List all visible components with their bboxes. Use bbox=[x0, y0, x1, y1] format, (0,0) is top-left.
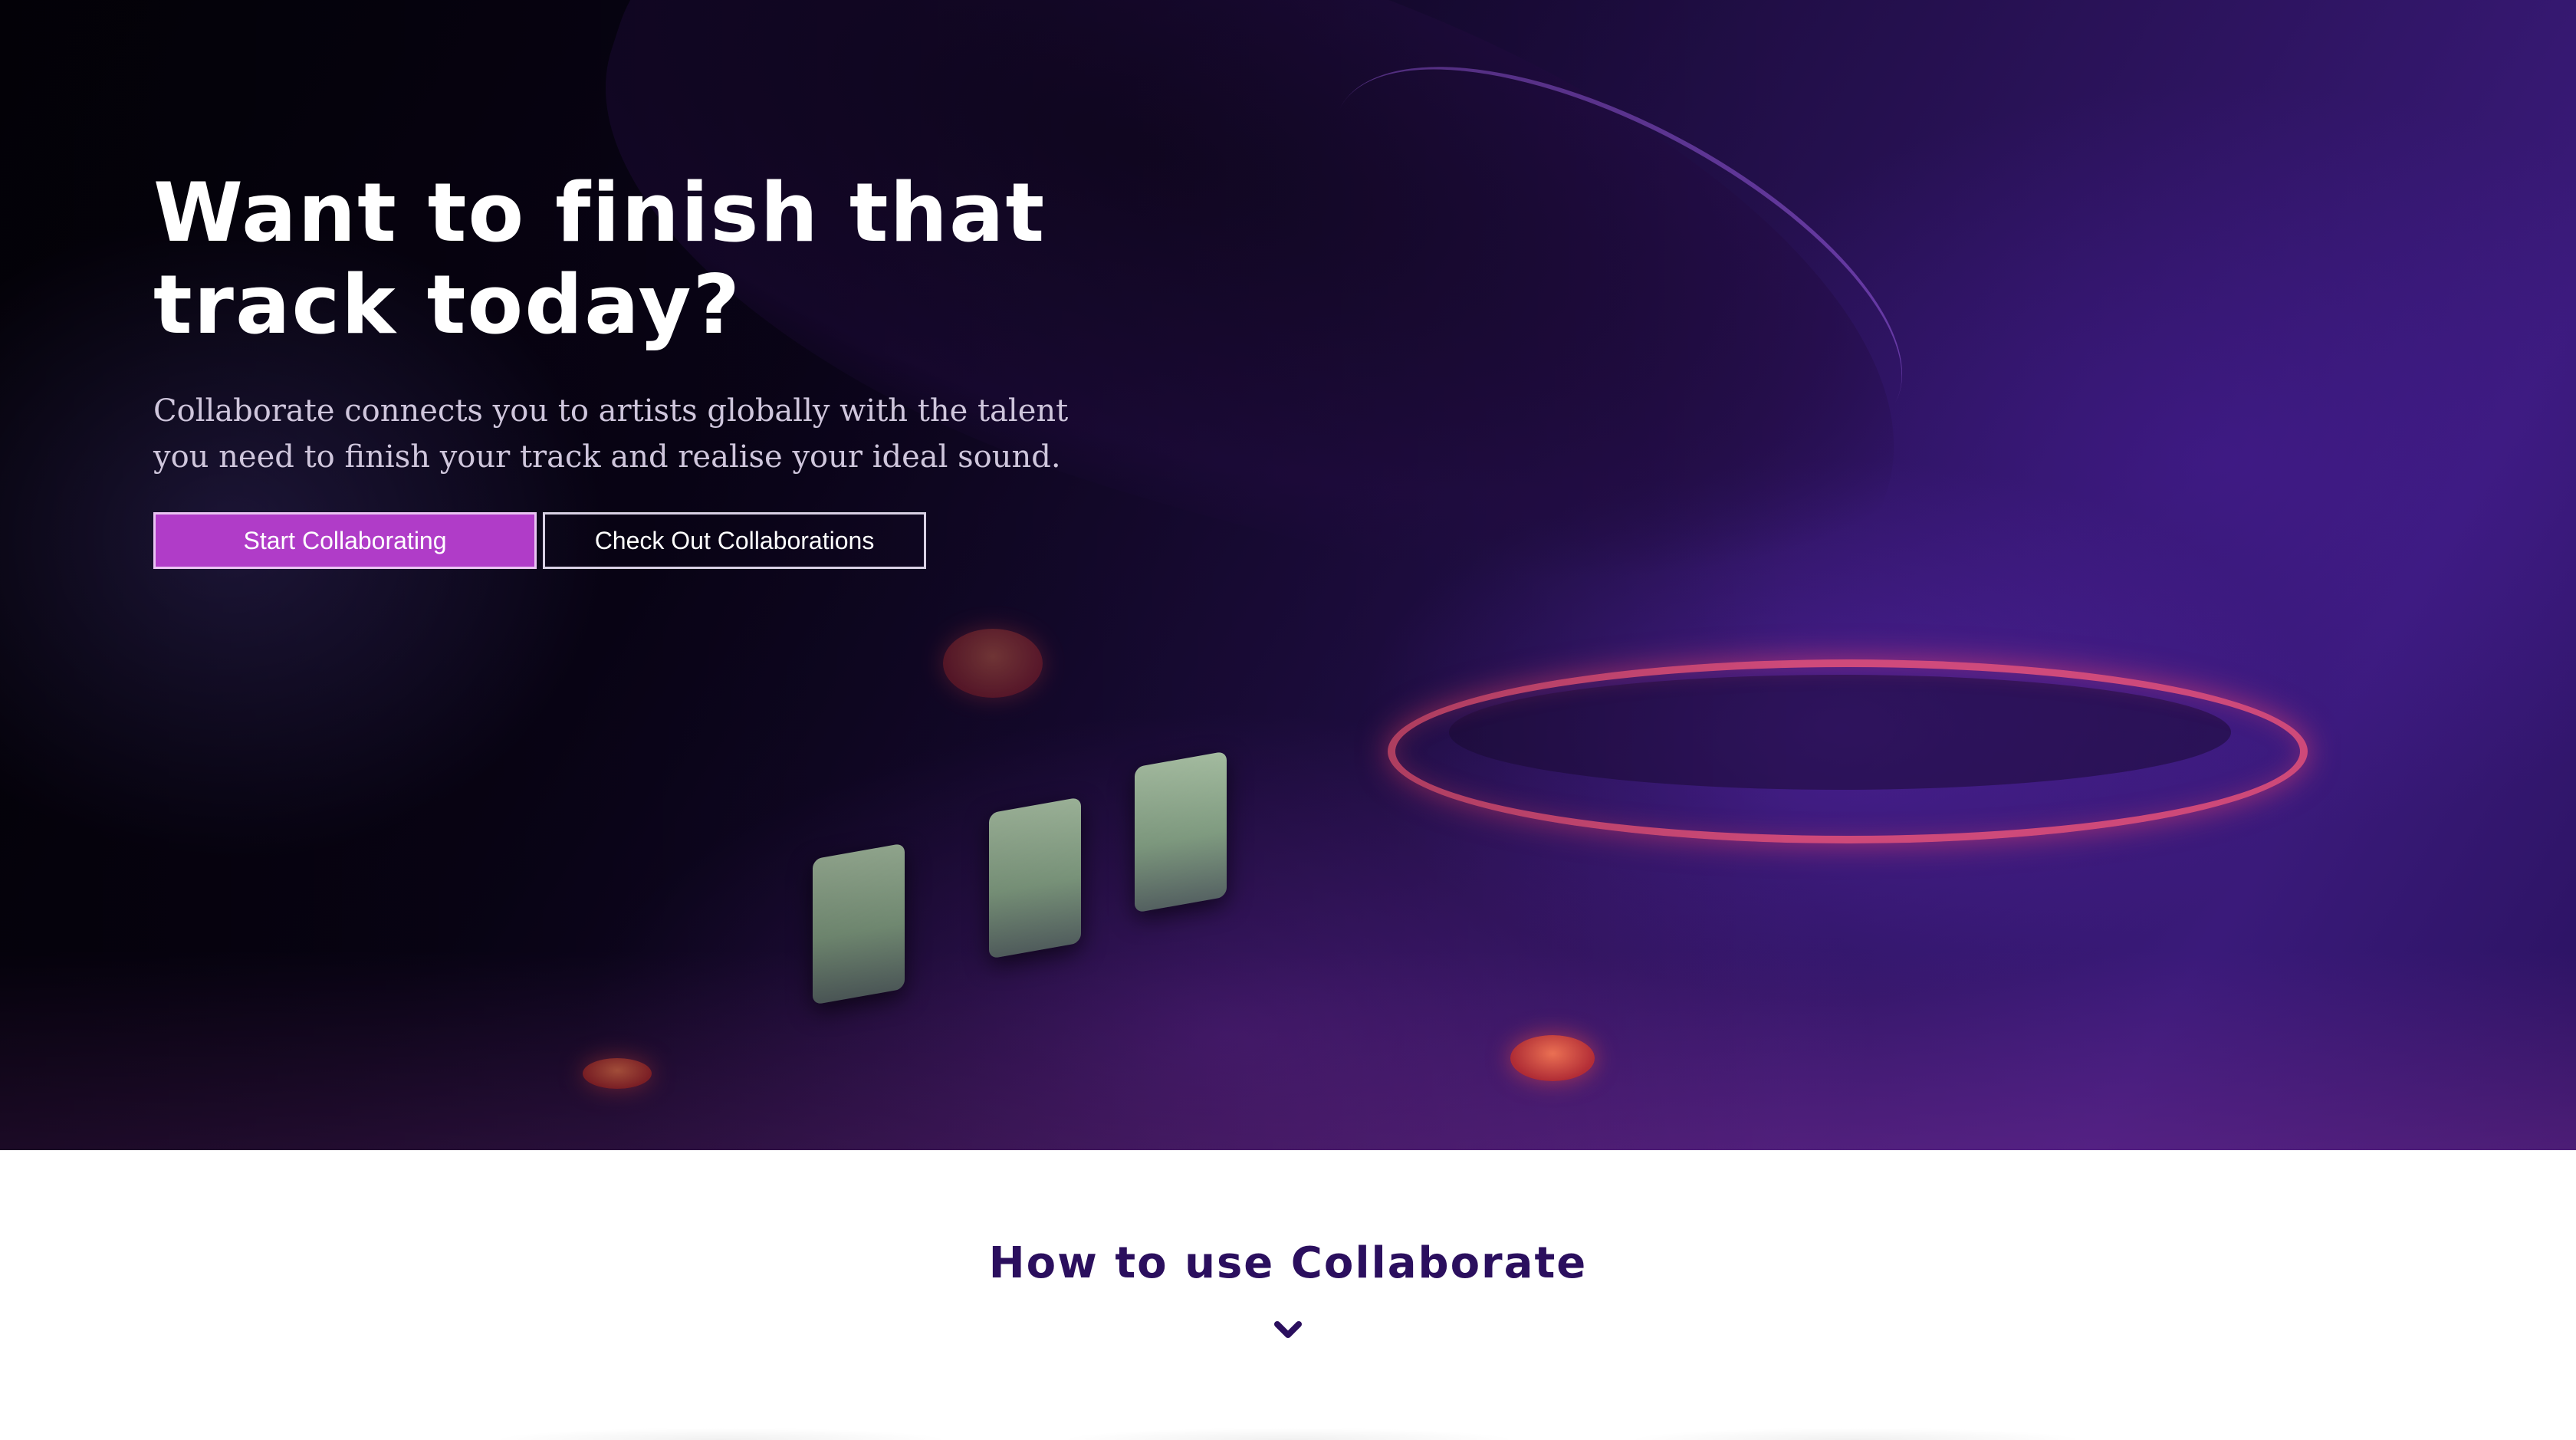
hero-subtitle: Collaborate connects you to artists glob… bbox=[153, 388, 1104, 480]
how-to-section: How to use Collaborate bbox=[0, 1150, 2576, 1440]
how-to-title: How to use Collaborate bbox=[988, 1238, 1588, 1288]
hero-title-line-1: Want to finish that bbox=[153, 166, 1046, 260]
check-out-collaborations-button[interactable]: Check Out Collaborations bbox=[543, 512, 926, 569]
start-collaborating-button[interactable]: Start Collaborating bbox=[153, 512, 537, 569]
hero-title: Want to finish that track today? bbox=[153, 167, 1150, 351]
hero-subtitle-line-2: you need to finish your track and realis… bbox=[153, 439, 1061, 475]
step-card-edge bbox=[491, 1428, 951, 1440]
hero-subtitle-line-1: Collaborate connects you to artists glob… bbox=[153, 393, 1069, 429]
hero-title-line-2: track today? bbox=[153, 258, 741, 352]
hero-content: Want to finish that track today? Collabo… bbox=[153, 167, 1150, 569]
chevron-down-icon[interactable] bbox=[1273, 1315, 1303, 1346]
step-card-edge bbox=[1058, 1428, 1518, 1440]
hero-section: Want to finish that track today? Collabo… bbox=[0, 0, 2576, 1150]
hero-buttons: Start Collaborating Check Out Collaborat… bbox=[153, 512, 1150, 569]
step-card-edge bbox=[1625, 1428, 2085, 1440]
